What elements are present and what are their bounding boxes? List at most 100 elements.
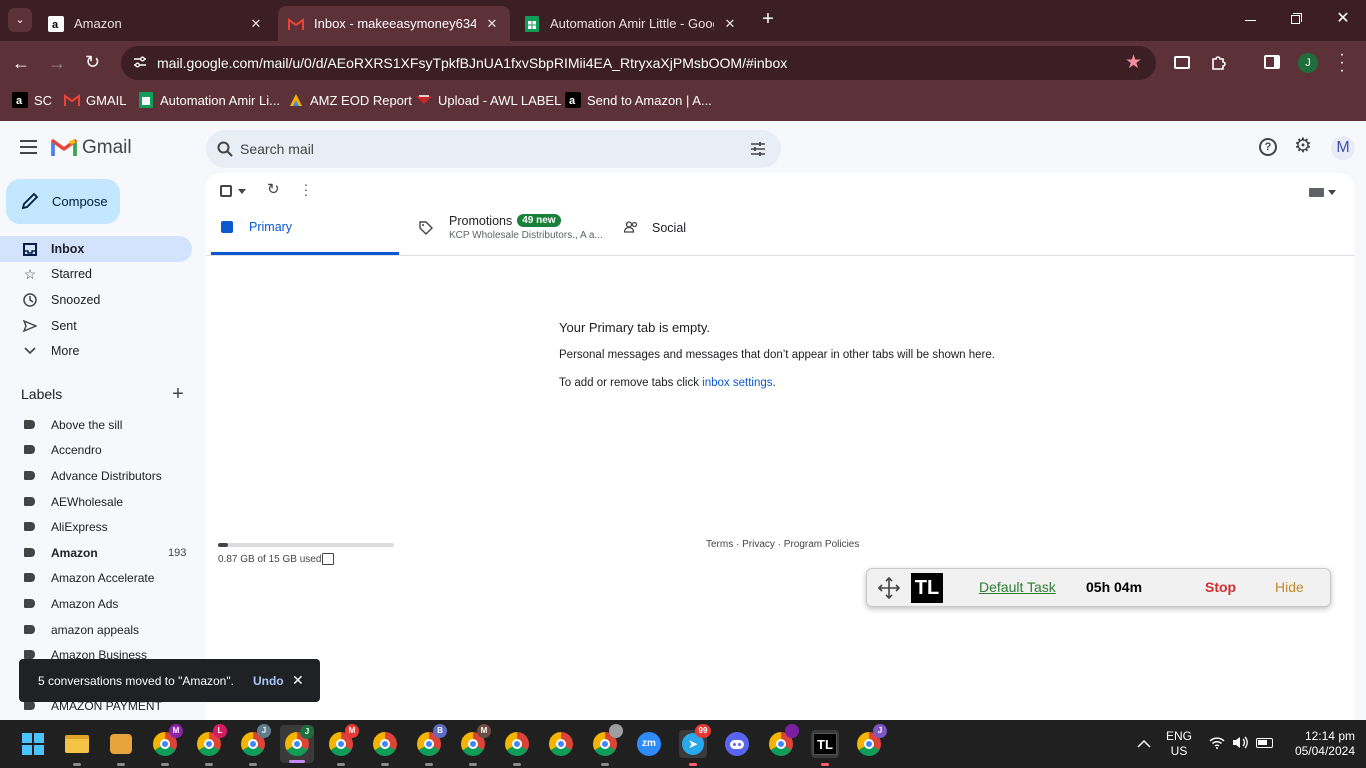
add-label-icon[interactable]: + bbox=[170, 384, 186, 404]
gmail-logo[interactable]: Gmail bbox=[51, 136, 132, 160]
bookmark-label: Upload - AWL LABEL bbox=[438, 92, 562, 108]
file-explorer-icon[interactable] bbox=[63, 730, 91, 766]
label-item-amazon[interactable]: Amazon 193 bbox=[0, 540, 192, 566]
zoom-icon[interactable]: zm bbox=[635, 730, 663, 758]
close-icon[interactable]: ✕ bbox=[292, 672, 304, 689]
label-item[interactable]: Advance Distributors bbox=[0, 463, 192, 489]
search-icon[interactable] bbox=[217, 141, 233, 157]
footer-links[interactable]: Terms · Privacy · Program Policies bbox=[706, 539, 859, 550]
bookmark-sc[interactable]: a SC bbox=[12, 85, 52, 115]
chrome-profile-l-icon[interactable]: L bbox=[195, 724, 227, 766]
language-indicator[interactable]: ENG US bbox=[1164, 729, 1194, 759]
inbox-settings-link[interactable]: inbox settings bbox=[702, 377, 772, 389]
tab-gmail-inbox[interactable]: Inbox - makeeasymoney634@g ✕ bbox=[278, 6, 510, 41]
timelogger-icon[interactable]: TL bbox=[811, 730, 839, 766]
address-bar[interactable]: mail.google.com/mail/u/0/d/AEoRXRS1XFsyT… bbox=[121, 46, 1156, 80]
forward-button[interactable]: → bbox=[48, 53, 68, 73]
label-item[interactable]: amazon appeals bbox=[0, 617, 192, 643]
label-item[interactable]: Amazon Ads bbox=[0, 591, 192, 617]
label-item[interactable]: AliExpress bbox=[0, 514, 192, 540]
select-all-checkbox[interactable] bbox=[220, 185, 232, 197]
label-item[interactable]: AEWholesale bbox=[0, 489, 192, 515]
nav-sent[interactable]: Sent bbox=[0, 313, 192, 339]
compose-button[interactable]: Compose bbox=[6, 179, 120, 224]
search-bar[interactable]: Search mail bbox=[206, 130, 781, 168]
site-info-icon[interactable] bbox=[133, 55, 147, 69]
bookmark-star-icon[interactable]: ★ bbox=[1125, 53, 1142, 73]
gmail-logo-text: Gmail bbox=[82, 137, 132, 158]
chrome-menu-icon[interactable]: · · · bbox=[1336, 47, 1348, 79]
wifi-icon[interactable] bbox=[1209, 736, 1225, 750]
chrome-profile-m2-icon[interactable]: M bbox=[327, 724, 359, 766]
chrome-profile-b-icon[interactable]: B bbox=[415, 724, 447, 766]
side-panel-icon[interactable] bbox=[1264, 55, 1280, 69]
telegram-icon[interactable]: ➤ 99 bbox=[679, 724, 711, 766]
more-options-icon[interactable]: · · · bbox=[302, 177, 310, 201]
close-window-button[interactable]: ✕ bbox=[1334, 10, 1352, 28]
chrome-active-icon[interactable]: J bbox=[280, 725, 314, 763]
bookmark-upload-awl[interactable]: Upload - AWL LABEL bbox=[416, 85, 561, 115]
tab-social[interactable]: Social bbox=[623, 201, 804, 255]
input-tools-dropdown-icon[interactable] bbox=[1328, 190, 1336, 195]
tab-amazon[interactable]: a Amazon ✕ bbox=[38, 6, 274, 41]
bookmark-automation[interactable]: Automation Amir Li... bbox=[138, 85, 280, 115]
reload-button[interactable]: ↻ bbox=[85, 52, 105, 72]
chrome-profile-m-icon[interactable]: M bbox=[151, 724, 183, 766]
label-item[interactable]: Amazon Accelerate bbox=[0, 565, 192, 591]
chrome-profile-j-icon[interactable]: J bbox=[239, 724, 271, 766]
undo-button[interactable]: Undo bbox=[253, 674, 284, 688]
open-storage-icon[interactable] bbox=[322, 553, 334, 565]
new-tab-button[interactable]: + bbox=[758, 8, 778, 32]
nav-starred[interactable]: ☆ Starred bbox=[0, 261, 192, 287]
empty-line1: Personal messages and messages that don’… bbox=[559, 349, 995, 361]
chrome-profile-person-icon[interactable] bbox=[371, 730, 399, 766]
close-icon[interactable]: ✕ bbox=[484, 16, 500, 32]
tab-search-button[interactable]: ⌄ bbox=[8, 8, 32, 32]
task-name-link[interactable]: Default Task bbox=[979, 579, 1056, 595]
back-button[interactable]: ← bbox=[12, 53, 32, 73]
close-icon[interactable]: ✕ bbox=[722, 16, 738, 32]
show-hidden-icons[interactable] bbox=[1137, 736, 1151, 750]
bookmark-amz-eod[interactable]: AMZ EOD Report bbox=[288, 85, 412, 115]
start-button[interactable] bbox=[19, 730, 47, 758]
chrome-profile-m3-icon[interactable]: M bbox=[459, 724, 491, 766]
bookmark-gmail[interactable]: GMAIL bbox=[64, 85, 126, 115]
discord-icon[interactable] bbox=[723, 730, 751, 758]
nav-inbox[interactable]: Inbox bbox=[0, 236, 192, 262]
minimize-button[interactable] bbox=[1241, 12, 1261, 28]
screenshot-icon[interactable] bbox=[1174, 56, 1190, 69]
chrome-profile-photo-icon[interactable] bbox=[591, 724, 623, 766]
nav-snoozed[interactable]: Snoozed bbox=[0, 287, 192, 313]
select-dropdown-icon[interactable] bbox=[238, 189, 246, 194]
close-icon[interactable]: ✕ bbox=[248, 16, 264, 32]
bookmark-send-to-amazon[interactable]: a Send to Amazon | A... bbox=[565, 85, 712, 115]
volume-icon[interactable] bbox=[1232, 736, 1248, 750]
restore-button[interactable] bbox=[1288, 12, 1304, 28]
settings-gear-icon[interactable]: ⚙ bbox=[1293, 136, 1313, 156]
label-item[interactable]: Accendro bbox=[0, 437, 192, 463]
extensions-icon[interactable] bbox=[1210, 53, 1228, 71]
search-input[interactable]: Search mail bbox=[240, 141, 314, 157]
chrome-profile-photo2-icon[interactable] bbox=[767, 724, 799, 758]
move-icon[interactable] bbox=[877, 576, 901, 600]
refresh-icon[interactable]: ↻ bbox=[267, 181, 283, 199]
label-item[interactable]: Above the sill bbox=[0, 412, 192, 438]
account-avatar[interactable]: M bbox=[1331, 136, 1355, 160]
profile-avatar[interactable]: J bbox=[1298, 53, 1318, 73]
help-icon[interactable]: ? bbox=[1259, 138, 1277, 156]
chrome-profile-j2-icon[interactable]: J bbox=[855, 724, 887, 758]
tab-primary[interactable]: Primary bbox=[211, 201, 399, 255]
hide-button[interactable]: Hide bbox=[1275, 579, 1304, 595]
chrome-profile-icon[interactable] bbox=[503, 730, 531, 766]
app-icon[interactable] bbox=[107, 730, 135, 766]
battery-icon[interactable] bbox=[1256, 738, 1273, 748]
keyboard-icon[interactable] bbox=[1309, 188, 1324, 197]
chrome-icon[interactable] bbox=[547, 730, 575, 758]
clock[interactable]: 12:14 pm 05/04/2024 bbox=[1283, 729, 1355, 759]
stop-button[interactable]: Stop bbox=[1205, 579, 1236, 595]
nav-more[interactable]: More bbox=[0, 338, 192, 364]
main-menu-icon[interactable] bbox=[20, 140, 37, 154]
tab-promotions[interactable]: Promotions 49 new KCP Wholesale Distribu… bbox=[419, 201, 619, 255]
tab-automation-sheet[interactable]: Automation Amir Little - Googl ✕ bbox=[514, 6, 748, 41]
search-options-icon[interactable] bbox=[750, 141, 766, 157]
